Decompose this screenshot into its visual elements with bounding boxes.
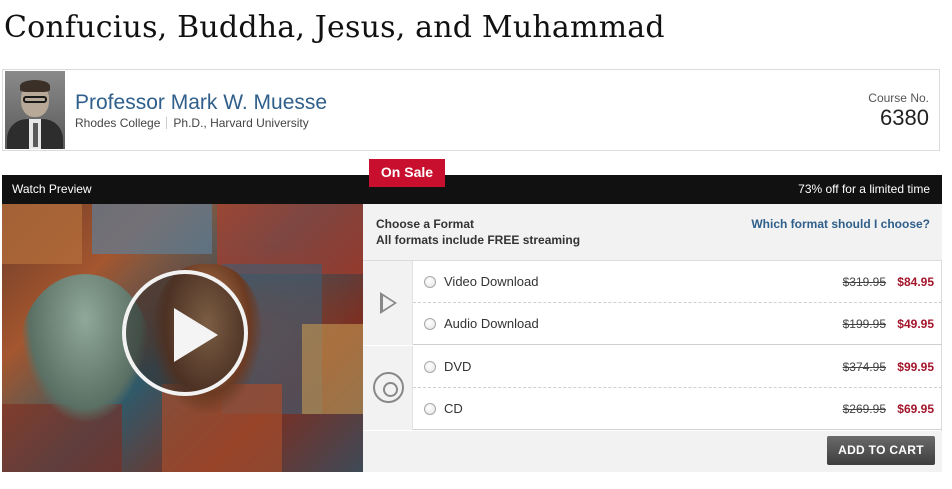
play-outline-icon [380, 292, 397, 314]
free-streaming-note: All formats include FREE streaming [376, 233, 581, 247]
play-button[interactable] [122, 270, 248, 396]
course-title: Confucius, Buddha, Jesus, and Muhammad [4, 10, 665, 45]
on-sale-badge: On Sale [369, 159, 445, 187]
original-price: $374.95 [842, 360, 886, 374]
format-option-audio-download[interactable]: Audio Download $199.95 $49.95 [413, 303, 942, 345]
format-label: CD [444, 401, 463, 416]
original-price: $269.95 [842, 402, 886, 416]
disc-format-group: DVD $374.95 $99.95 CD $269.95 $69.95 [363, 346, 942, 430]
professor-school: Rhodes College [75, 116, 161, 130]
format-option-dvd[interactable]: DVD $374.95 $99.95 [413, 346, 942, 388]
professor-credentials: Rhodes College Ph.D., Harvard University [75, 116, 309, 130]
credential-divider [166, 117, 168, 129]
original-price: $199.95 [842, 317, 886, 331]
audio-download-radio[interactable] [424, 318, 436, 330]
discount-text: 73% off for a limited time [798, 182, 930, 196]
format-label: DVD [444, 359, 472, 374]
professor-card: Professor Mark W. Muesse Rhodes College P… [2, 69, 940, 151]
format-header: Choose a Format All formats include FREE… [363, 204, 942, 261]
add-to-cart-button[interactable]: ADD TO CART [827, 436, 935, 465]
sale-price: $49.95 [897, 317, 934, 331]
promo-bar: Watch Preview 73% off for a limited time [2, 175, 942, 204]
format-option-video-download[interactable]: Video Download $319.95 $84.95 [413, 261, 942, 303]
sale-price: $69.95 [897, 402, 934, 416]
which-format-link[interactable]: Which format should I choose? [751, 217, 930, 231]
cd-radio[interactable] [424, 403, 436, 415]
cart-row: ADD TO CART [363, 431, 942, 472]
video-preview[interactable] [2, 204, 363, 472]
video-download-radio[interactable] [424, 276, 436, 288]
professor-name-link[interactable]: Professor Mark W. Muesse [75, 91, 327, 115]
professor-photo [5, 71, 65, 149]
sale-price: $84.95 [897, 275, 934, 289]
disc-icon [373, 372, 404, 403]
format-label: Video Download [444, 274, 539, 289]
sale-price: $99.95 [897, 360, 934, 374]
play-icon [174, 308, 218, 362]
download-format-group: Video Download $319.95 $84.95 Audio Down… [363, 261, 942, 345]
professor-degree: Ph.D., Harvard University [173, 116, 309, 130]
format-selector: Choose a Format All formats include FREE… [363, 204, 942, 472]
watch-preview-link[interactable]: Watch Preview [12, 182, 92, 196]
format-label: Audio Download [444, 316, 539, 331]
course-number: 6380 [880, 105, 929, 130]
dvd-radio[interactable] [424, 361, 436, 373]
choose-format-heading: Choose a Format [376, 217, 475, 231]
format-option-cd[interactable]: CD $269.95 $69.95 [413, 388, 942, 430]
course-number-label: Course No. [868, 91, 929, 105]
original-price: $319.95 [842, 275, 886, 289]
